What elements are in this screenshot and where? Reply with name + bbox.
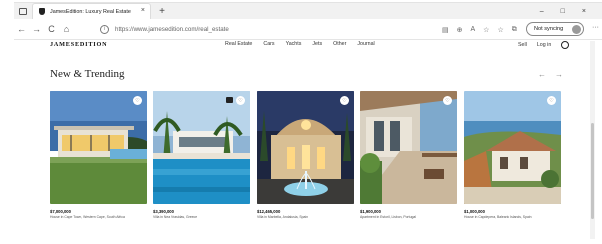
favorite-heart-icon[interactable]: ♡ <box>547 96 556 105</box>
listing-location: House in Capdepera, Balearic Islands, Sp… <box>464 215 532 219</box>
listing-card[interactable]: ♡ $1,000,000 House in Capdepera, Baleari… <box>464 91 561 219</box>
site-info-icon[interactable]: i <box>100 24 109 34</box>
house-photo-3 <box>257 91 354 204</box>
listing-card[interactable]: ♡ $1,900,000 Apartment in Estoril, Lisbo… <box>360 91 457 219</box>
back-button[interactable]: ← <box>14 19 29 40</box>
listing-location: Villa in Marbella, Andalusia, Spain <box>257 215 309 219</box>
favorites-icon[interactable]: ☆ <box>497 26 503 34</box>
forward-button[interactable]: → <box>29 19 44 40</box>
favorite-heart-icon[interactable]: ♡ <box>340 96 349 105</box>
sync-label: Not syncing <box>534 26 564 32</box>
avatar <box>572 25 581 34</box>
nav-jets[interactable]: Jets <box>312 41 322 47</box>
address-bar[interactable]: i https://www.jamesedition.com/real_esta… <box>100 21 436 37</box>
tab-close-icon[interactable]: × <box>141 7 145 14</box>
listing-price: $7,000,000 <box>50 209 71 214</box>
tab-actions-icon[interactable] <box>14 3 32 20</box>
listing-card[interactable]: ♡ $7,000,000 House in Cape Town, Western… <box>50 91 147 219</box>
nav-yachts[interactable]: Yachts <box>286 41 302 47</box>
maximize-button[interactable]: □ <box>561 8 565 15</box>
window-controls: – □ × <box>540 3 586 20</box>
account-nav: Sell Log in <box>518 41 570 49</box>
sell-link[interactable]: Sell <box>518 42 527 48</box>
close-window-button[interactable]: × <box>582 8 586 15</box>
main-nav: Real Estate Cars Yachts Jets Other Journ… <box>225 41 375 47</box>
listing-card[interactable]: ♡ $3,390,000 Villa in Nea Vrasidas, Gree… <box>153 91 250 219</box>
tab-title: JamesEdition: Luxury Real Estate <box>50 8 131 15</box>
section-title: New & Trending <box>50 68 125 80</box>
listing-location: Villa in Nea Vrasidas, Greece <box>153 215 198 219</box>
add-favorite-icon[interactable]: ☆ <box>483 26 489 34</box>
site-logo[interactable]: JAMESEDITION <box>50 41 107 48</box>
house-photo-1 <box>50 91 147 204</box>
profile-sync-button[interactable]: Not syncing <box>526 22 584 36</box>
listing-photo[interactable]: ♡ <box>464 91 561 204</box>
nav-journal[interactable]: Journal <box>357 41 374 47</box>
listing-price: $3,390,000 <box>153 209 174 214</box>
scrollbar-thumb[interactable] <box>591 123 594 219</box>
carousel-arrows: ← → <box>538 70 563 79</box>
nav-other[interactable]: Other <box>333 41 346 47</box>
house-photo-4 <box>360 91 457 204</box>
favorite-heart-icon[interactable]: ♡ <box>236 96 245 105</box>
site-header: JAMESEDITION Real Estate Cars Yachts Jet… <box>14 40 574 54</box>
listing-card[interactable]: ♡ $12,465,000 Villa in Marbella, Andalus… <box>257 91 354 219</box>
reload-button[interactable]: C <box>44 19 59 40</box>
toolbar-icons: ▤ ⊕ A ☆ ☆ ⧉ <box>442 19 517 40</box>
tab-strip: JamesEdition: Luxury Real Estate × + – □… <box>14 2 602 20</box>
tab-jamesedition[interactable]: JamesEdition: Luxury Real Estate × <box>32 2 151 20</box>
listing-price: $12,465,000 <box>257 209 281 214</box>
globe-icon[interactable] <box>561 41 570 49</box>
collections-icon[interactable]: ⧉ <box>512 26 517 34</box>
zoom-icon[interactable]: ⊕ <box>457 26 463 34</box>
listing-location: Apartment in Estoril, Lisbon, Portugal <box>360 215 416 219</box>
more-menu-button[interactable]: ··· <box>592 24 599 31</box>
new-tab-button[interactable]: + <box>154 3 170 20</box>
url-text[interactable]: https://www.jamesedition.com/real_estate <box>115 26 229 33</box>
page-scrollbar[interactable] <box>590 41 595 239</box>
house-photo-2 <box>153 91 250 204</box>
left-margin <box>0 0 14 244</box>
listing-price: $1,900,000 <box>360 209 381 214</box>
home-button[interactable]: ⌂ <box>59 19 74 40</box>
listing-photo[interactable]: ♡ <box>360 91 457 204</box>
browser-toolbar: ← → C ⌂ i https://www.jamesedition.com/r… <box>14 19 602 40</box>
listing-photo[interactable]: ♡ <box>257 91 354 204</box>
login-link[interactable]: Log in <box>537 42 551 48</box>
favorite-heart-icon[interactable]: ♡ <box>133 96 142 105</box>
browser-window: JamesEdition: Luxury Real Estate × + – □… <box>0 0 602 244</box>
listing-carousel: ♡ $7,000,000 House in Cape Town, Western… <box>50 91 561 219</box>
shield-favicon-icon <box>39 8 45 15</box>
listing-photo[interactable]: ♡ <box>50 91 147 204</box>
listing-location: House in Cape Town, Western Cape, South … <box>50 215 125 219</box>
video-icon <box>226 97 233 103</box>
listing-photo[interactable]: ♡ <box>153 91 250 204</box>
listing-price: $1,000,000 <box>464 209 485 214</box>
carousel-prev-button[interactable]: ← <box>538 70 546 79</box>
house-photo-5 <box>464 91 561 204</box>
read-aloud-icon[interactable]: A <box>471 26 476 33</box>
nav-cars[interactable]: Cars <box>263 41 274 47</box>
minimize-button[interactable]: – <box>540 8 544 15</box>
reader-view-icon[interactable]: ▤ <box>442 26 449 34</box>
carousel-next-button[interactable]: → <box>555 70 563 79</box>
favorite-heart-icon[interactable]: ♡ <box>443 96 452 105</box>
nav-real-estate[interactable]: Real Estate <box>225 41 252 47</box>
